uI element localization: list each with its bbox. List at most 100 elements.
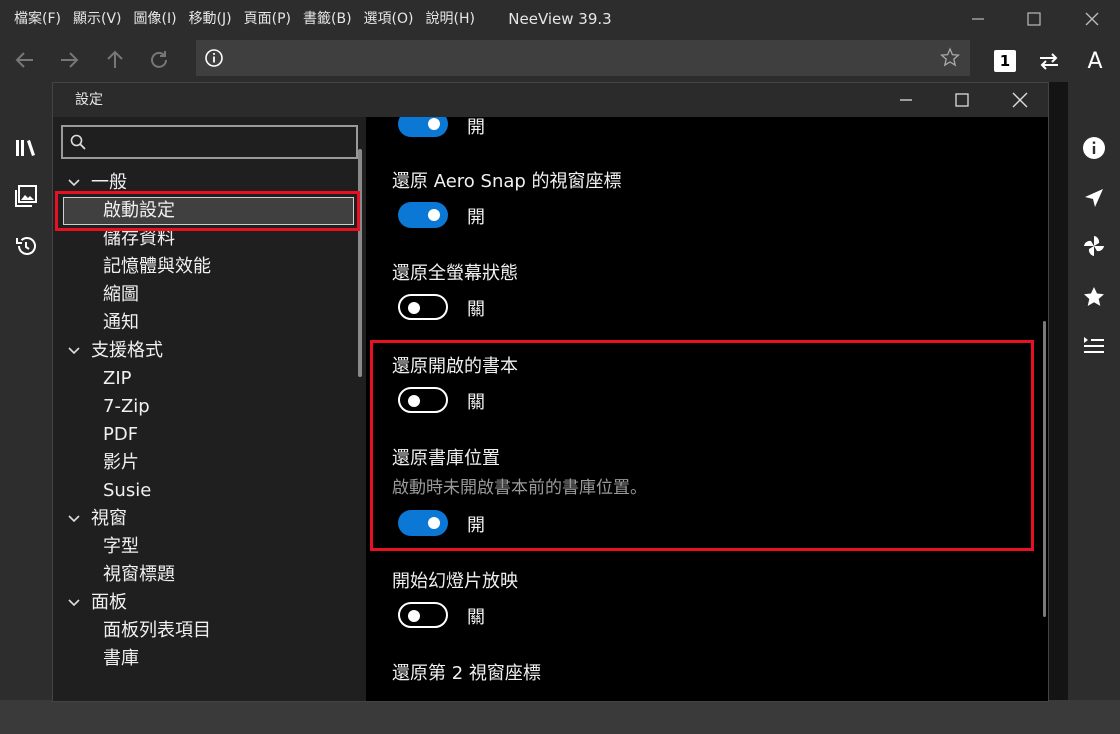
refresh-icon	[151, 51, 167, 68]
forward-button[interactable]	[52, 43, 86, 77]
content-scrollbar[interactable]	[1043, 321, 1046, 617]
settings-close-button[interactable]	[993, 83, 1047, 117]
reload-button[interactable]	[142, 43, 176, 77]
toggle-restore-bookshelf-place[interactable]	[398, 510, 448, 536]
toggle-start-slideshow[interactable]	[398, 602, 448, 628]
star-icon	[1084, 287, 1104, 306]
settings-search[interactable]	[61, 125, 358, 159]
tree-label: 字型	[103, 536, 139, 557]
toggle-knob	[408, 302, 420, 314]
menu-bookmark[interactable]: 書籤(B)	[297, 0, 358, 38]
menu-view[interactable]: 顯示(V)	[67, 0, 128, 38]
toggle-knob	[428, 118, 440, 130]
toggle-restore-fullscreen[interactable]	[398, 294, 448, 320]
menu-options[interactable]: 選項(O)	[358, 0, 420, 38]
toggle-restore-window-placement[interactable]	[398, 117, 448, 137]
tree-item-7zip[interactable]: 7-Zip	[53, 393, 353, 421]
toggle-state-text: 開	[467, 515, 485, 536]
navigator-panel-button[interactable]	[1080, 184, 1108, 212]
history-icon	[16, 237, 36, 255]
images-icon	[15, 185, 37, 207]
address-bar[interactable]	[196, 40, 970, 76]
maximize-icon	[955, 93, 969, 107]
tree-label: PDF	[103, 424, 139, 445]
chevron-down-icon	[68, 347, 80, 355]
settings-navigation: 一般 啟動設定 儲存資料 記憶體與效能 縮圖 通知 支援格式 ZIP 7-Zip…	[53, 117, 366, 701]
font-size-icon: A	[1087, 48, 1103, 74]
back-button[interactable]	[8, 43, 42, 77]
close-icon	[1012, 92, 1028, 108]
tree-label: 7-Zip	[103, 396, 150, 417]
settings-maximize-button[interactable]	[935, 83, 989, 117]
minimize-button[interactable]	[952, 0, 1004, 38]
playlist-icon	[1084, 337, 1104, 353]
tree-label: 影片	[103, 452, 139, 473]
toggle-restore-aero-snap[interactable]	[398, 202, 448, 228]
arrow-right-icon	[61, 52, 79, 68]
up-button[interactable]	[98, 43, 132, 77]
page-mode-icon: 1	[994, 50, 1016, 72]
settings-titlebar: 設定	[53, 83, 1048, 117]
tree-item-memory[interactable]: 記憶體與效能	[53, 253, 353, 281]
toggle-knob	[408, 610, 420, 622]
right-panel-bar	[1068, 82, 1120, 700]
info-icon[interactable]	[204, 48, 224, 68]
setting-label-last-book: 還原開啟的書本	[392, 356, 518, 377]
arrow-left-icon	[15, 52, 33, 68]
tree-category-formats[interactable]: 支援格式	[53, 337, 353, 365]
tree-item-thumbnail[interactable]: 縮圖	[53, 281, 353, 309]
search-input[interactable]	[91, 129, 351, 155]
menu-move[interactable]: 移動(J)	[183, 0, 238, 38]
star-outline-icon[interactable]	[940, 47, 960, 69]
tree-label: 縮圖	[103, 284, 139, 305]
tree-item-pdf[interactable]: PDF	[53, 421, 353, 449]
pagelist-panel-button[interactable]	[12, 182, 40, 210]
menu-page[interactable]: 頁面(P)	[238, 0, 297, 38]
menu-image[interactable]: 圖像(I)	[128, 0, 183, 38]
tree-category-general[interactable]: 一般	[53, 169, 353, 197]
tree-label: 支援格式	[91, 340, 163, 361]
left-panel-bar	[0, 82, 52, 700]
bookmark-panel-button[interactable]	[1080, 283, 1108, 311]
tree-item-save-data[interactable]: 儲存資料	[53, 225, 353, 253]
tree-item-font[interactable]: 字型	[53, 533, 353, 561]
toggle-knob	[408, 395, 420, 407]
setting-label-second-window: 還原第 2 視窗座標	[392, 663, 541, 684]
tree-category-panel[interactable]: 面板	[53, 589, 353, 617]
chevron-down-icon	[68, 515, 80, 523]
effect-panel-button[interactable]	[1080, 232, 1108, 260]
page-mode-button[interactable]: 1	[988, 44, 1022, 78]
tree-scrollbar[interactable]	[358, 149, 362, 377]
history-panel-button[interactable]	[12, 232, 40, 260]
maximize-button[interactable]	[1008, 0, 1060, 38]
info-panel-button[interactable]	[1080, 134, 1108, 162]
tree-item-bookshelf[interactable]: 書庫	[53, 645, 353, 673]
chevron-down-icon	[68, 179, 80, 187]
tree-category-window[interactable]: 視窗	[53, 505, 353, 533]
tree-item-susie[interactable]: Susie	[53, 477, 353, 505]
playlist-panel-button[interactable]	[1080, 332, 1108, 360]
library-icon	[16, 140, 35, 156]
tree-item-video[interactable]: 影片	[53, 449, 353, 477]
toggle-state-text: 關	[467, 299, 485, 320]
close-button[interactable]	[1066, 0, 1118, 38]
tree-label: 記憶體與效能	[103, 256, 211, 277]
tree-item-startup[interactable]: 啟動設定	[63, 197, 354, 225]
tree-item-panel-list[interactable]: 面板列表項目	[53, 617, 353, 645]
tree-item-notification[interactable]: 通知	[53, 309, 353, 337]
minimize-icon	[972, 18, 984, 20]
swap-direction-button[interactable]	[1032, 44, 1066, 78]
arrow-up-icon	[107, 50, 123, 68]
toggle-knob	[428, 209, 440, 221]
font-size-button[interactable]: A	[1078, 44, 1112, 78]
bookshelf-panel-button[interactable]	[12, 134, 40, 162]
tree-label: 視窗	[91, 508, 127, 529]
settings-minimize-button[interactable]	[879, 83, 933, 117]
toggle-restore-last-book[interactable]	[398, 387, 448, 413]
tree-item-window-title[interactable]: 視窗標題	[53, 561, 353, 589]
menu-file[interactable]: 檔案(F)	[0, 0, 67, 38]
menu-help[interactable]: 說明(H)	[419, 0, 480, 38]
tree-item-zip[interactable]: ZIP	[53, 365, 353, 393]
pinwheel-icon	[1084, 236, 1104, 256]
tree-label: 通知	[103, 312, 139, 333]
